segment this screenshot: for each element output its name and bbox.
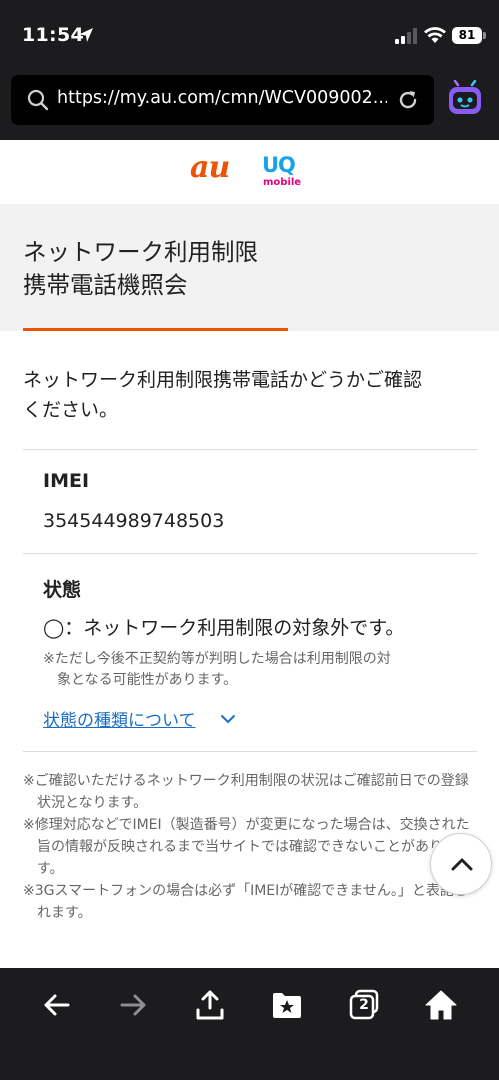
divider [23,751,477,752]
page-title: ネットワーク利用制限 携帯電話機照会 [23,238,258,299]
bookmark-folder-star-icon[interactable] [270,988,304,1022]
chevron-down-icon[interactable] [219,710,237,728]
battery-tip [483,32,486,39]
footnotes: ※ご確認いただけるネットワーク利用制限の状況はご確認前日での登録状況となります。… [23,770,478,924]
divider [23,553,477,554]
title-section: ネットワーク利用制限 携帯電話機照会 [0,204,499,331]
battery-level: 81 [452,27,482,44]
uq-logo[interactable]: UQ [262,153,296,177]
intro-text: ネットワーク利用制限携帯電話かどうかご確認 ください。 [23,369,423,421]
url-text[interactable]: https://my.au.com/cmn/WCV009002... [57,88,387,108]
footnote: ※3Gスマートフォンの場合は必ず「IMEIが確認できません。」と表記されます。 [23,883,468,921]
reload-icon[interactable] [396,88,420,112]
status-note: ※ただし今後不正契約等が判明した場合は利用制限の対 象となる可能性があります。 [43,651,391,688]
tab-count: 2 [359,997,369,1013]
status-types-link[interactable]: 状態の種類について [43,706,196,731]
cellular-signal-icon [395,28,417,44]
back-arrow-icon[interactable] [40,988,74,1022]
logo-header: au UQ mobile [0,140,499,204]
search-icon [27,89,49,111]
location-arrow-icon [79,28,93,42]
browser-toolbar: 2 [0,968,499,1080]
forward-arrow-icon[interactable] [116,988,150,1022]
imei-value: 354544989748503 [43,510,225,532]
clock: 11:54 [22,24,84,46]
chevron-up-icon [451,858,473,871]
imei-label: IMEI [43,470,90,492]
footnote: ※ご確認いただけるネットワーク利用制限の状況はご確認前日での登録状況となります。 [23,773,469,811]
wifi-icon [424,27,446,43]
status-label: 状態 [43,579,82,601]
status-value: ◯：ネットワーク利用制限の対象外です。 [43,617,405,639]
scroll-to-top-button[interactable] [430,833,492,895]
au-logo[interactable]: au [190,150,230,185]
uq-mobile-logo: mobile [263,177,302,188]
share-icon[interactable] [193,988,227,1022]
assistant-extension-icon[interactable] [445,80,485,120]
address-bar[interactable]: https://my.au.com/cmn/WCV009002... [11,75,434,125]
web-content: au UQ mobile ネットワーク利用制限 携帯電話機照会 ネットワーク利用… [0,140,499,968]
status-bar: 11:54 81 [0,0,499,70]
home-icon[interactable] [424,988,458,1022]
footnote: ※修理対応などでIMEI（製造番号）が変更になった場合は、交換された旨の情報が反… [23,817,470,877]
divider [23,449,477,450]
title-underline [23,328,288,331]
